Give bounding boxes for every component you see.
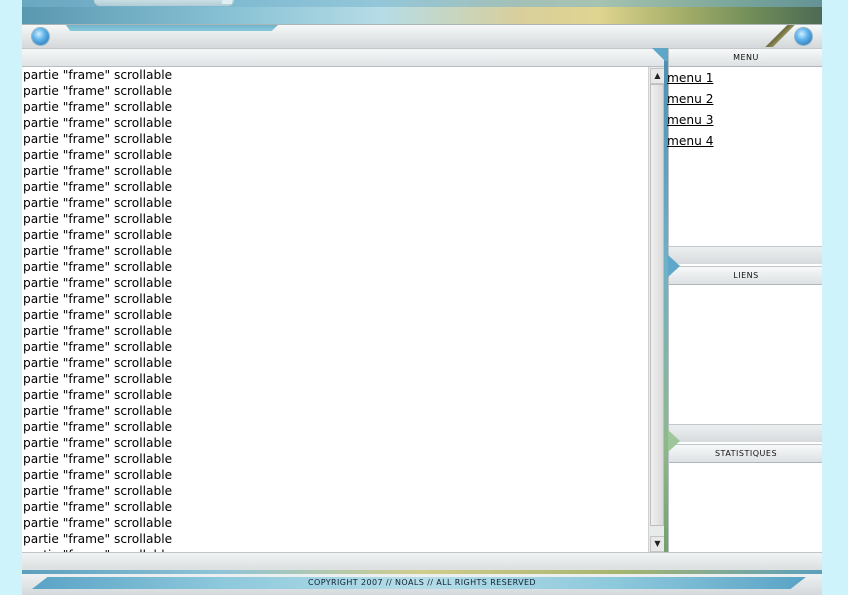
content-line: partie "frame" scrollable — [23, 292, 173, 306]
content-line: partie "frame" scrollable — [23, 340, 173, 354]
nav-strip-diagonal — [757, 25, 797, 47]
logo-fragment-accent — [222, 0, 232, 4]
content-line: partie "frame" scrollable — [23, 116, 173, 130]
sidebar-links-footer — [669, 424, 822, 442]
orb-right-icon[interactable] — [795, 28, 812, 45]
content-line: partie "frame" scrollable — [23, 260, 173, 274]
scrollbar-thumb[interactable] — [650, 84, 664, 526]
content-line: partie "frame" scrollable — [23, 324, 173, 338]
content-line: partie "frame" scrollable — [23, 164, 173, 178]
sidebar-menu-list: menu 1 menu 2 menu 3 menu 4 — [667, 68, 713, 152]
content-frame: partie "frame" scrollable partie "frame" … — [22, 48, 665, 553]
content-line: partie "frame" scrollable — [23, 468, 173, 482]
content-line: partie "frame" scrollable — [23, 148, 173, 162]
content-line: partie "frame" scrollable — [23, 484, 173, 498]
content-line: partie "frame" scrollable — [23, 500, 173, 514]
content-line: partie "frame" scrollable — [23, 404, 173, 418]
content-line: partie "frame" scrollable — [23, 180, 173, 194]
content-line: partie "frame" scrollable — [23, 244, 173, 258]
content-line: partie "frame" scrollable — [23, 276, 173, 290]
site-container: partie "frame" scrollable partie "frame" … — [22, 0, 822, 595]
nav-strip — [22, 24, 822, 49]
sidebar-stats-title: STATISTIQUES — [669, 444, 822, 463]
content-line: partie "frame" scrollable — [23, 356, 173, 370]
sidebar: MENU menu 1 menu 2 menu 3 menu 4 LIENS S… — [667, 48, 822, 552]
sidebar-links-title: LIENS — [669, 266, 822, 285]
content-line: partie "frame" scrollable — [23, 84, 173, 98]
footer-top-bar — [22, 552, 822, 571]
logo-fragment — [94, 0, 234, 6]
header-banner — [22, 0, 822, 24]
menu-link-3[interactable]: menu 3 — [667, 110, 713, 131]
content-header-bar — [22, 49, 664, 67]
content-line: partie "frame" scrollable — [23, 420, 173, 434]
menu-link-2[interactable]: menu 2 — [667, 89, 713, 110]
sidebar-menu-title: MENU — [669, 48, 822, 67]
content-line: partie "frame" scrollable — [23, 100, 173, 114]
menu-link-1[interactable]: menu 1 — [667, 68, 713, 89]
sidebar-menu-footer — [669, 246, 822, 264]
content-line: partie "frame" scrollable — [23, 372, 173, 386]
vertical-scrollbar[interactable]: ▲ ▼ — [648, 67, 665, 553]
content-line: partie "frame" scrollable — [23, 436, 173, 450]
content-line: partie "frame" scrollable — [23, 196, 173, 210]
menu-link-4[interactable]: menu 4 — [667, 131, 713, 152]
scrollable-frame[interactable]: partie "frame" scrollable partie "frame" … — [22, 67, 648, 553]
nav-strip-tab — [66, 25, 278, 31]
content-line: partie "frame" scrollable — [23, 132, 173, 146]
content-line: partie "frame" scrollable — [23, 532, 173, 546]
content-line: partie "frame" scrollable — [23, 228, 173, 242]
content-line: partie "frame" scrollable — [23, 452, 173, 466]
content-line: partie "frame" scrollable — [23, 68, 173, 82]
copyright-text: COPYRIGHT 2007 // NOALS // ALL RIGHTS RE… — [308, 578, 536, 587]
scroll-up-arrow-icon[interactable]: ▲ — [650, 68, 665, 84]
content-line: partie "frame" scrollable — [23, 308, 173, 322]
content-line: partie "frame" scrollable — [23, 388, 173, 402]
footer: COPYRIGHT 2007 // NOALS // ALL RIGHTS RE… — [22, 574, 822, 595]
content-line: partie "frame" scrollable — [23, 516, 173, 530]
content-line: partie "frame" scrollable — [23, 212, 173, 226]
scroll-down-arrow-icon[interactable]: ▼ — [650, 536, 665, 552]
orb-left-icon[interactable] — [32, 28, 49, 45]
